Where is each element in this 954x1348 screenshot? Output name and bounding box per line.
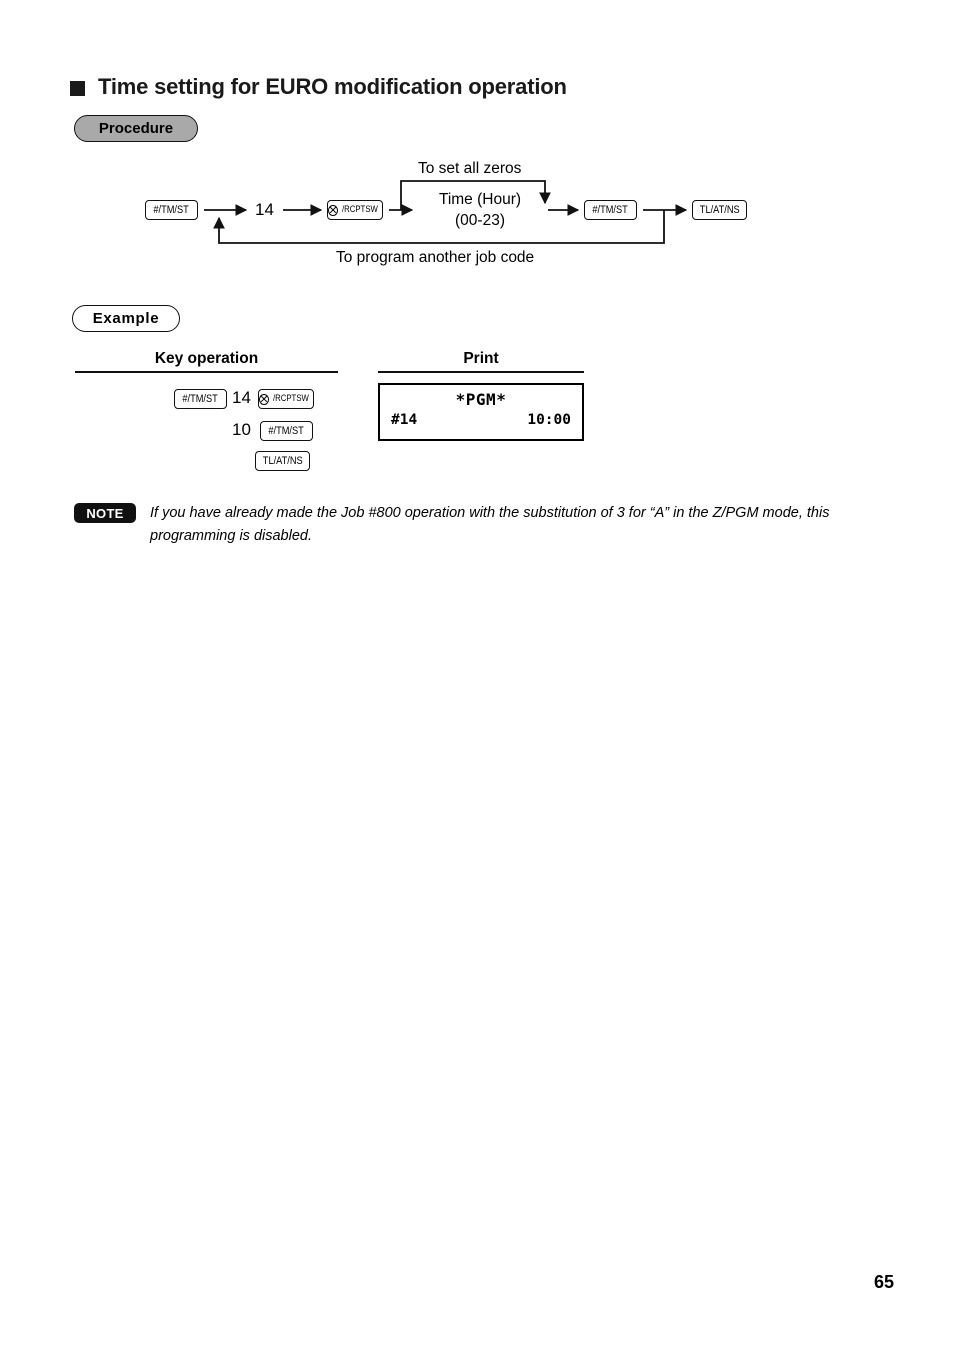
example-key-rcptsw[interactable]: /RCPTSW bbox=[258, 389, 314, 409]
page-title: Time setting for EURO modification opera… bbox=[70, 74, 567, 100]
rule-print bbox=[378, 371, 584, 373]
value-entry-label: Time (Hour) (00-23) bbox=[420, 190, 540, 232]
loop-label: To program another job code bbox=[336, 249, 535, 266]
example-key-tl-at-ns[interactable]: TL/AT/NS bbox=[255, 451, 310, 471]
header-print: Print bbox=[463, 350, 499, 367]
example-badge: Example bbox=[72, 305, 180, 332]
rule-key-operation bbox=[75, 371, 338, 373]
example-key-hash-tm-st-1[interactable]: #/TM/ST bbox=[174, 389, 227, 409]
receipt-job-number: #14 bbox=[391, 412, 418, 428]
example-number-14: 14 bbox=[232, 388, 251, 407]
receipt-header: *PGM* bbox=[455, 390, 507, 409]
receipt-time: 10:00 bbox=[527, 412, 571, 428]
key-tl-at-ns[interactable]: TL/AT/NS bbox=[692, 200, 747, 220]
procedure-badge: Procedure bbox=[74, 115, 198, 142]
key-rcptsw[interactable]: /RCPTSW bbox=[327, 200, 383, 220]
bypass-label: To set all zeros bbox=[418, 160, 522, 177]
example-key-hash-tm-st-2[interactable]: #/TM/ST bbox=[260, 421, 313, 441]
example-number-10: 10 bbox=[232, 420, 251, 439]
value-entry-line2: (00-23) bbox=[455, 211, 505, 229]
key-hash-tm-st-1[interactable]: #/TM/ST bbox=[145, 200, 198, 220]
header-key-operation: Key operation bbox=[154, 350, 259, 367]
square-bullet-icon bbox=[70, 81, 85, 96]
multiply-circle-icon bbox=[259, 393, 269, 405]
multiply-circle-icon bbox=[328, 204, 338, 216]
note-badge: NOTE bbox=[74, 503, 136, 523]
note-text: If you have already made the Job #800 op… bbox=[150, 505, 830, 545]
key-hash-tm-st-2[interactable]: #/TM/ST bbox=[584, 200, 637, 220]
section-title-text: Time setting for EURO modification opera… bbox=[98, 74, 567, 99]
diagram-job-code: 14 bbox=[255, 200, 274, 219]
value-entry-line1: Time (Hour) bbox=[438, 191, 522, 208]
receipt-print-sample: *PGM* #14 10:00 bbox=[378, 383, 584, 441]
page-number: 65 bbox=[873, 1272, 894, 1292]
